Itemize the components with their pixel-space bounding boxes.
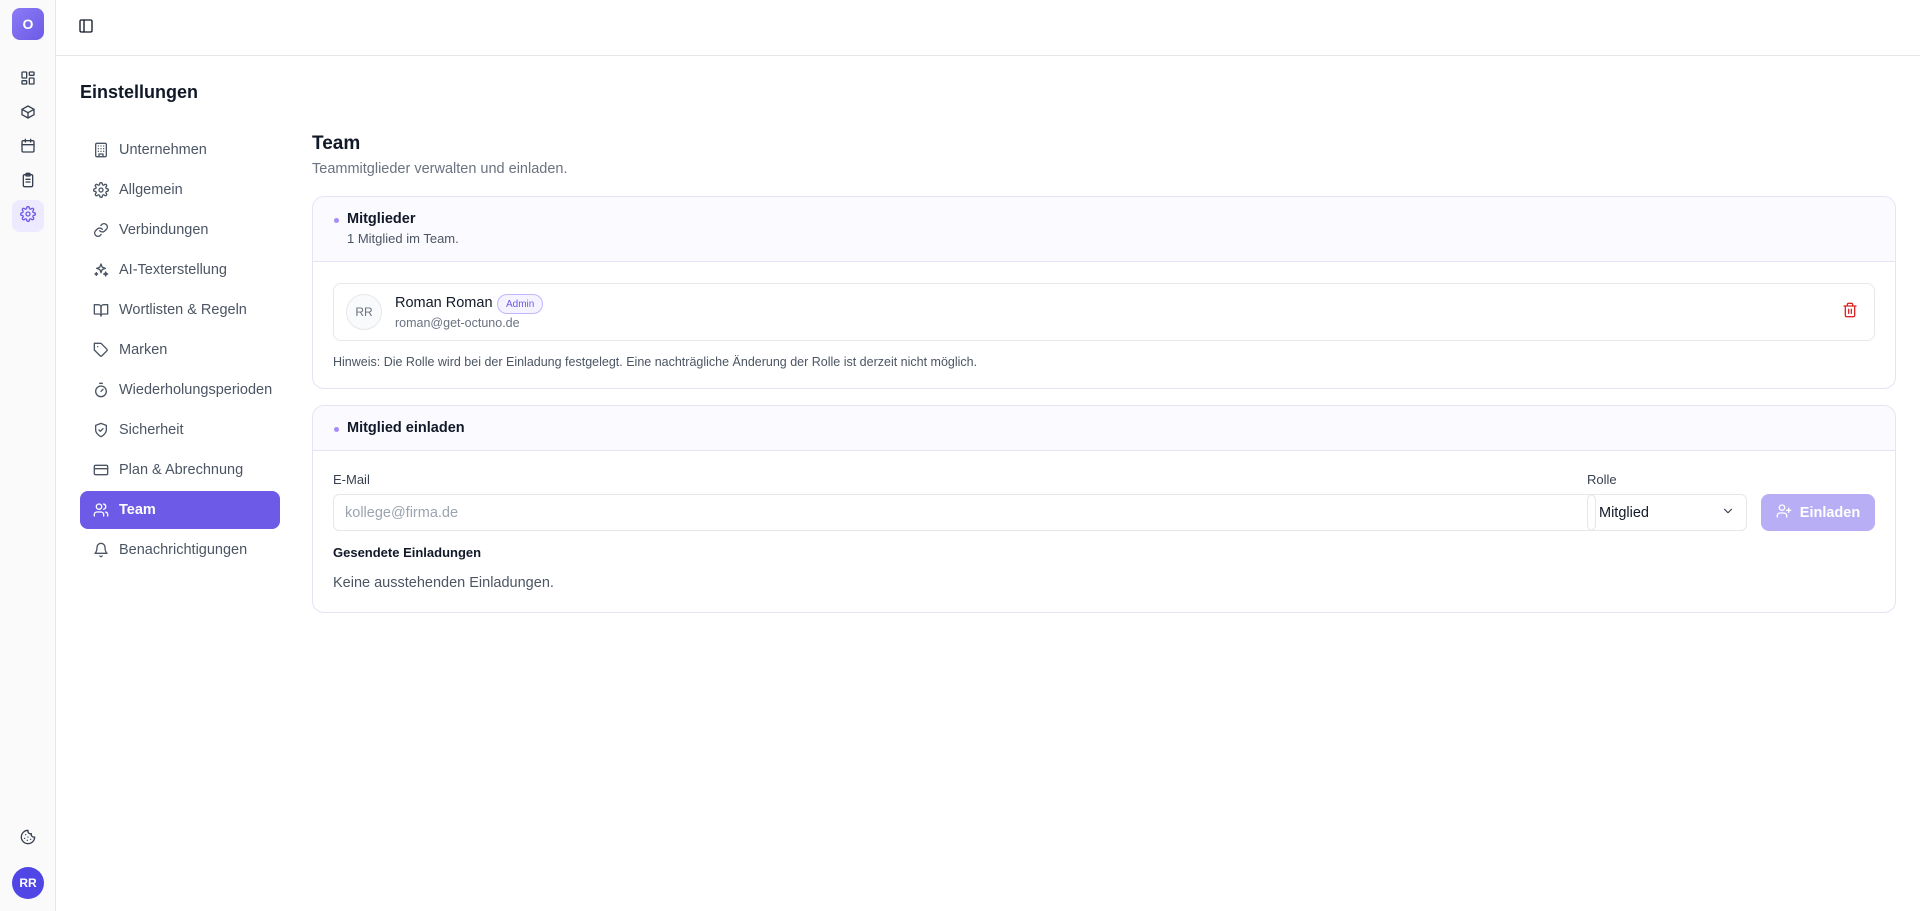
clipboard-icon [20,172,36,193]
credit-card-icon [93,462,109,478]
members-count: 1 Mitglied im Team. [347,231,459,246]
invite-email-input[interactable] [333,494,1596,531]
invite-card-header: Mitglied einladen [313,406,1895,451]
trash-icon [1842,302,1858,323]
calendar-icon [20,138,36,159]
rail-cookie-button[interactable] [12,823,44,855]
rail-dashboard-button[interactable] [12,64,44,96]
role-label: Rolle [1587,472,1617,487]
sparkles-icon [93,262,109,278]
invite-button-label: Einladen [1799,504,1861,521]
dashboard-icon [20,70,36,91]
sent-invitations-empty: Keine ausstehenden Einladungen. [333,575,554,591]
user-plus-icon [1776,503,1792,523]
top-bar [56,0,1920,56]
members-card-header: Mitglieder 1 Mitglied im Team. [313,197,1895,262]
users-icon [93,502,109,518]
nav-item-label: Marken [119,342,168,358]
nav-item-plan-abrechnung[interactable]: Plan & Abrechnung [80,451,280,489]
sidebar-toggle-button[interactable] [76,18,96,38]
nav-item-benachrichtigungen[interactable]: Benachrichtigungen [80,531,280,569]
nav-item-marken[interactable]: Marken [80,331,280,369]
nav-item-unternehmen[interactable]: Unternehmen [80,131,280,169]
team-settings-content: Team Teammitglieder verwalten und einlad… [312,133,1896,613]
bell-icon [93,542,109,558]
book-open-icon [93,302,109,318]
nav-item-wortlisten[interactable]: Wortlisten & Regeln [80,291,280,329]
timer-icon [93,382,109,398]
remove-member-button[interactable] [1840,302,1860,322]
members-title: Mitglieder [347,211,416,227]
rail-settings-button[interactable] [12,200,44,232]
nav-item-label: Sicherheit [119,422,184,438]
nav-item-ai-texterstellung[interactable]: AI-Texterstellung [80,251,280,289]
nav-item-label: Unternehmen [119,142,207,158]
invite-title: Mitglied einladen [347,420,465,436]
tag-icon [93,342,109,358]
nav-item-sicherheit[interactable]: Sicherheit [80,411,280,449]
app-rail: O RR [0,0,56,911]
app-logo[interactable]: O [12,8,44,40]
email-label: E-Mail [333,472,370,487]
user-avatar[interactable]: RR [12,867,44,899]
members-card: Mitglieder 1 Mitglied im Team. RR Roman … [312,196,1896,389]
role-select-value: Mitglied [1599,504,1649,521]
nav-item-label: Wortlisten & Regeln [119,302,247,318]
cookie-icon [20,829,36,850]
nav-item-label: Allgemein [119,182,183,198]
building-icon [93,142,109,158]
role-select[interactable]: Mitglied [1587,494,1747,531]
nav-item-verbindungen[interactable]: Verbindungen [80,211,280,249]
nav-item-team[interactable]: Team [80,491,280,529]
rail-products-button[interactable] [12,98,44,130]
gear-icon [20,205,36,227]
nav-item-label: Plan & Abrechnung [119,462,244,478]
rail-tasks-button[interactable] [12,166,44,198]
sent-invitations-title: Gesendete Einladungen [333,545,482,560]
settings-nav: Unternehmen Allgemein Verbindungen AI-Te… [80,131,280,571]
nav-item-label: Team [119,502,156,518]
invite-button[interactable]: Einladen [1761,494,1875,531]
nav-item-label: Verbindungen [119,222,209,238]
panel-left-icon [78,18,94,39]
page-title: Einstellungen [80,82,199,102]
member-name: Roman Roman [395,295,493,311]
invite-card: Mitglied einladen E-Mail Rolle Mitglied … [312,405,1896,613]
shield-check-icon [93,422,109,438]
member-avatar: RR [346,294,382,330]
member-row: RR Roman Roman Admin roman@get-octuno.de [333,283,1875,341]
nav-item-label: AI-Texterstellung [119,262,227,278]
member-email: roman@get-octuno.de [395,316,520,330]
bullet-dot-icon [334,427,339,432]
nav-item-allgemein[interactable]: Allgemein [80,171,280,209]
package-icon [20,104,36,125]
gear-icon [93,182,109,198]
role-hint: Hinweis: Die Rolle wird bei der Einladun… [333,355,978,369]
rail-calendar-button[interactable] [12,132,44,164]
nav-item-label: Benachrichtigungen [119,542,248,558]
chevron-down-icon [1721,504,1735,522]
link-icon [93,222,109,238]
bullet-dot-icon [334,218,339,223]
section-title: Team [312,133,361,154]
nav-item-label: Wiederholungsperioden [119,382,273,398]
section-subtitle: Teammitglieder verwalten und einladen. [312,161,568,177]
nav-item-wiederholungsperioden[interactable]: Wiederholungsperioden [80,371,280,409]
role-badge: Admin [497,294,544,314]
